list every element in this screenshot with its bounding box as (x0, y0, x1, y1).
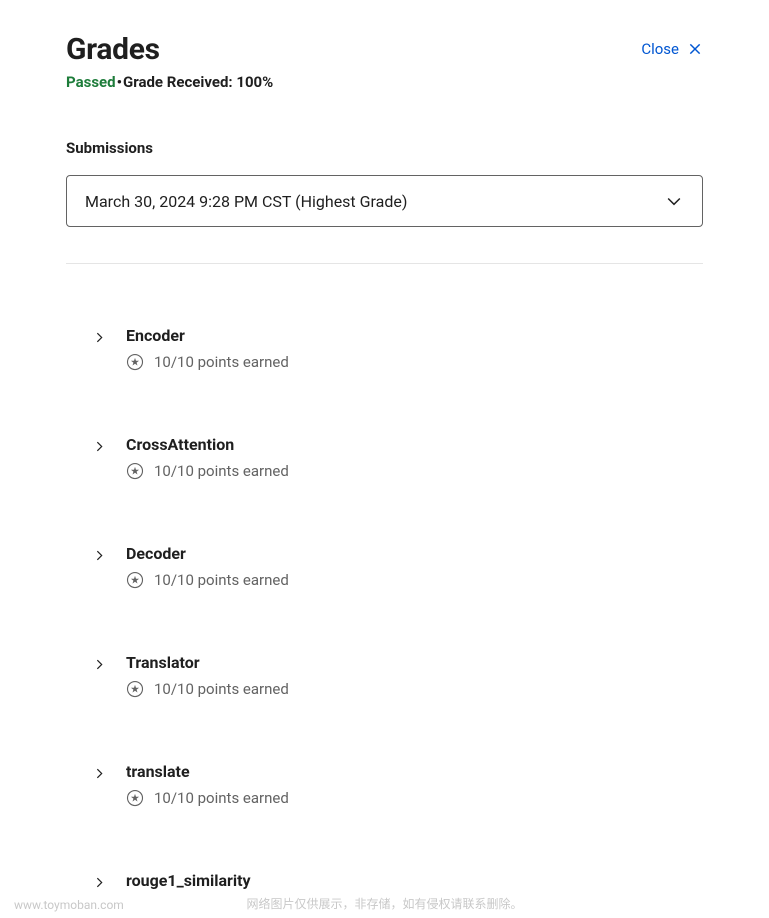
close-label: Close (641, 40, 679, 58)
chevron-right-icon (93, 549, 106, 562)
item-title: rouge1_similarity (126, 871, 251, 890)
grade-item-translate[interactable]: translate 10/10 points earned (90, 730, 703, 839)
expand-toggle[interactable] (90, 328, 108, 346)
divider (66, 263, 703, 264)
grade-items: Encoder 10/10 points earned CrossAttenti… (66, 294, 703, 891)
status-separator: • (117, 73, 122, 91)
item-title: translate (126, 762, 289, 781)
grade-item-translator[interactable]: Translator 10/10 points earned (90, 621, 703, 730)
star-badge-icon (126, 353, 144, 371)
grade-item-rouge1[interactable]: rouge1_similarity (90, 839, 703, 891)
watermark-left: www.toymoban.com (14, 898, 124, 912)
grade-item-crossattention[interactable]: CrossAttention 10/10 points earned (90, 403, 703, 512)
submission-selected-value: March 30, 2024 9:28 PM CST (Highest Grad… (85, 192, 407, 211)
expand-toggle[interactable] (90, 546, 108, 564)
close-icon (687, 41, 703, 57)
item-title: Encoder (126, 326, 289, 345)
chevron-right-icon (93, 658, 106, 671)
expand-toggle[interactable] (90, 873, 108, 891)
star-badge-icon (126, 571, 144, 589)
status-line: Passed•Grade Received: 100% (66, 73, 703, 91)
item-title: Translator (126, 653, 289, 672)
chevron-right-icon (93, 876, 106, 889)
chevron-right-icon (93, 767, 106, 780)
points-text: 10/10 points earned (154, 571, 289, 589)
points-text: 10/10 points earned (154, 353, 289, 371)
passed-label: Passed (66, 73, 116, 91)
expand-toggle[interactable] (90, 764, 108, 782)
points-text: 10/10 points earned (154, 789, 289, 807)
submission-select[interactable]: March 30, 2024 9:28 PM CST (Highest Grad… (66, 175, 703, 227)
star-badge-icon (126, 462, 144, 480)
watermark-center: 网络图片仅供展示，非存储，如有侵权请联系删除。 (0, 895, 769, 912)
chevron-right-icon (93, 331, 106, 344)
grade-received: Grade Received: 100% (123, 73, 273, 91)
star-badge-icon (126, 789, 144, 807)
expand-toggle[interactable] (90, 655, 108, 673)
points-text: 10/10 points earned (154, 462, 289, 480)
points-text: 10/10 points earned (154, 680, 289, 698)
close-button[interactable]: Close (641, 40, 703, 58)
grade-item-encoder[interactable]: Encoder 10/10 points earned (90, 294, 703, 403)
grade-item-decoder[interactable]: Decoder 10/10 points earned (90, 512, 703, 621)
points-row: 10/10 points earned (126, 353, 289, 371)
page-title: Grades (66, 32, 160, 67)
item-title: Decoder (126, 544, 289, 563)
points-row: 10/10 points earned (126, 462, 289, 480)
star-badge-icon (126, 680, 144, 698)
chevron-down-icon (664, 191, 684, 211)
item-title: CrossAttention (126, 435, 289, 454)
points-row: 10/10 points earned (126, 789, 289, 807)
expand-toggle[interactable] (90, 437, 108, 455)
submissions-label: Submissions (66, 139, 703, 157)
points-row: 10/10 points earned (126, 680, 289, 698)
points-row: 10/10 points earned (126, 571, 289, 589)
chevron-right-icon (93, 440, 106, 453)
